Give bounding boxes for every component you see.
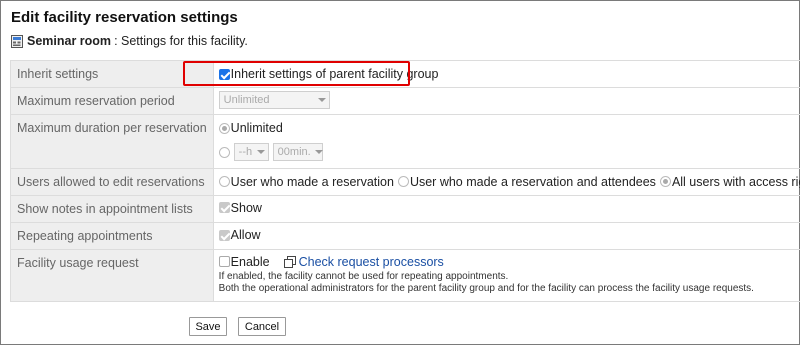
facility-room-icon: [11, 34, 23, 48]
chevron-down-icon: [317, 98, 326, 102]
facility-name: Seminar room: [27, 34, 112, 48]
edit-permission-option-label[interactable]: All users with access rights: [672, 175, 800, 189]
row-show-notes: Show notes in appointment lists Show: [10, 195, 800, 223]
max-duration-unlimited-label[interactable]: Unlimited: [231, 121, 283, 135]
usage-request-note-2: Both the operational administrators for …: [218, 283, 754, 294]
show-notes-checkbox-label[interactable]: Show: [231, 201, 262, 215]
max-duration-hours-select[interactable]: --h: [233, 143, 269, 161]
edit-permission-option-label[interactable]: User who made a reservation: [231, 175, 394, 189]
copy-icon: [283, 255, 296, 268]
settings-table: Inherit settings Inherit settings of par…: [10, 60, 800, 302]
repeating-appointments-checkbox-label[interactable]: Allow: [231, 228, 261, 242]
edit-permission-attendees-radio[interactable]: [397, 176, 409, 187]
label-show-notes: Show notes in appointment lists: [10, 195, 214, 223]
cancel-button[interactable]: Cancel: [238, 317, 286, 336]
max-duration-minutes-select[interactable]: 00min.: [272, 143, 323, 161]
repeating-appointments-checkbox[interactable]: [218, 229, 230, 241]
label-repeating-appointments: Repeating appointments: [10, 222, 214, 250]
edit-permission-creator-radio[interactable]: [218, 176, 230, 187]
row-repeating-appointments: Repeating appointments Allow: [10, 222, 800, 250]
max-duration-custom-radio[interactable]: [218, 146, 230, 158]
show-notes-checkbox[interactable]: [218, 202, 230, 213]
facility-subtitle-text: : Settings for this facility.: [114, 34, 248, 48]
usage-request-note-1: If enabled, the facility cannot be used …: [218, 271, 509, 282]
edit-permission-option-label[interactable]: User who made a reservation and attendee…: [410, 175, 656, 189]
usage-request-checkbox-label[interactable]: Enable: [231, 255, 270, 269]
chevron-down-icon: [256, 150, 265, 154]
row-max-duration: Maximum duration per reservation Unlimit…: [10, 114, 800, 169]
chevron-down-icon: [314, 150, 323, 154]
row-usage-request: Facility usage request Enable Check requ…: [10, 249, 800, 302]
label-max-duration: Maximum duration per reservation: [10, 114, 214, 169]
label-usage-request: Facility usage request: [10, 249, 214, 302]
row-edit-permission: Users allowed to edit reservations User …: [10, 168, 800, 196]
check-request-processors-link[interactable]: Check request processors: [299, 255, 444, 269]
row-max-period: Maximum reservation period Unlimited: [10, 87, 800, 115]
highlight-box: [183, 61, 410, 86]
facility-subtitle: Seminar room : Settings for this facilit…: [11, 33, 248, 49]
max-duration-unlimited-radio[interactable]: [218, 122, 230, 134]
usage-request-checkbox[interactable]: [218, 256, 230, 267]
label-max-period: Maximum reservation period: [10, 87, 214, 115]
max-period-select[interactable]: Unlimited: [218, 91, 330, 109]
edit-permission-all-users-radio[interactable]: [659, 176, 671, 187]
label-edit-permission: Users allowed to edit reservations: [10, 168, 214, 196]
page-title: Edit facility reservation settings: [11, 9, 238, 26]
save-button[interactable]: Save: [189, 317, 227, 336]
